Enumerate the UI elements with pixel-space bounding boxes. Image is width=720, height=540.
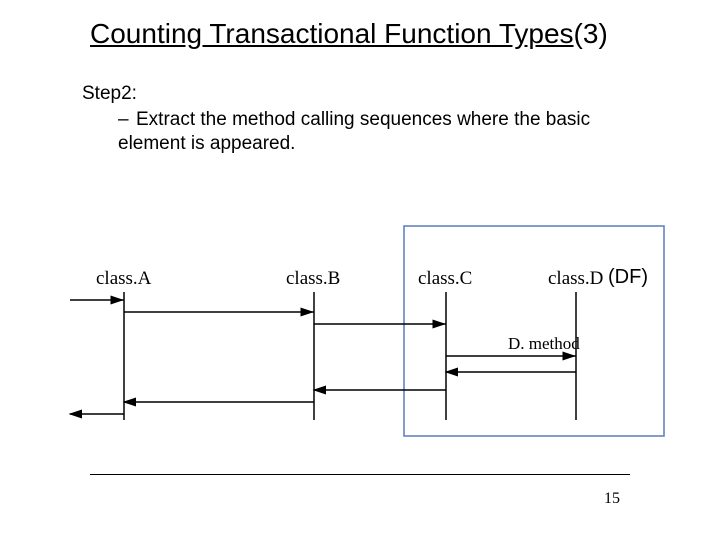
sequence-diagram [0,0,720,540]
page-number: 15 [604,490,620,508]
highlight-box [404,226,664,436]
footer-rule [90,474,630,475]
